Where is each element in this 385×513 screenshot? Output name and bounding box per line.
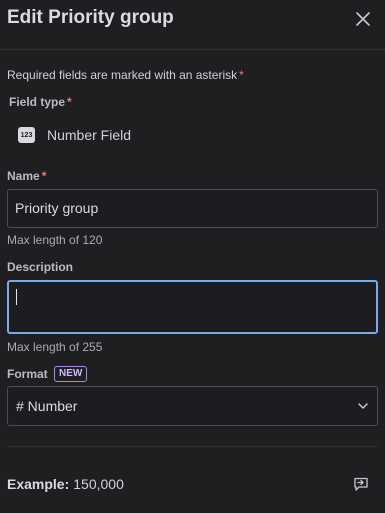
edit-field-panel: Edit Priority group Required fields are … (0, 0, 385, 492)
format-select-value: # Number (16, 398, 78, 414)
example-preview: Example: 150,000 (7, 476, 124, 492)
name-label-text: Name (7, 169, 40, 183)
field-type-label: Field type * (9, 95, 72, 109)
number-field-icon: 123 (18, 127, 35, 143)
chevron-down-icon (358, 403, 368, 409)
required-note-text: Required fields are marked with an aster… (7, 68, 238, 82)
preview-icon[interactable] (353, 476, 369, 492)
panel-title: Edit Priority group (7, 7, 174, 28)
required-star: * (67, 95, 72, 109)
panel-header: Edit Priority group (0, 0, 385, 50)
format-label: Format (7, 367, 48, 381)
text-caret (16, 289, 17, 305)
new-badge: NEW (54, 366, 88, 382)
example-label: Example: (7, 476, 70, 492)
name-input[interactable]: Priority group (7, 189, 378, 228)
divider (7, 446, 378, 447)
description-label: Description (7, 260, 74, 274)
name-max-length-hint: Max length of 120 (7, 233, 103, 247)
close-icon[interactable] (355, 11, 371, 27)
description-max-length-hint: Max length of 255 (7, 340, 103, 354)
field-type-label-text: Field type (9, 95, 66, 109)
required-star: * (239, 68, 244, 82)
description-input[interactable] (7, 280, 378, 334)
field-type-value: 123 Number Field (18, 125, 131, 145)
example-value: 150,000 (73, 476, 124, 492)
required-fields-note: Required fields are marked with an aster… (7, 68, 244, 82)
format-select[interactable]: # Number (7, 386, 378, 426)
required-star: * (41, 169, 47, 183)
name-label: Name * (7, 169, 46, 183)
field-type-text: Number Field (47, 127, 132, 143)
